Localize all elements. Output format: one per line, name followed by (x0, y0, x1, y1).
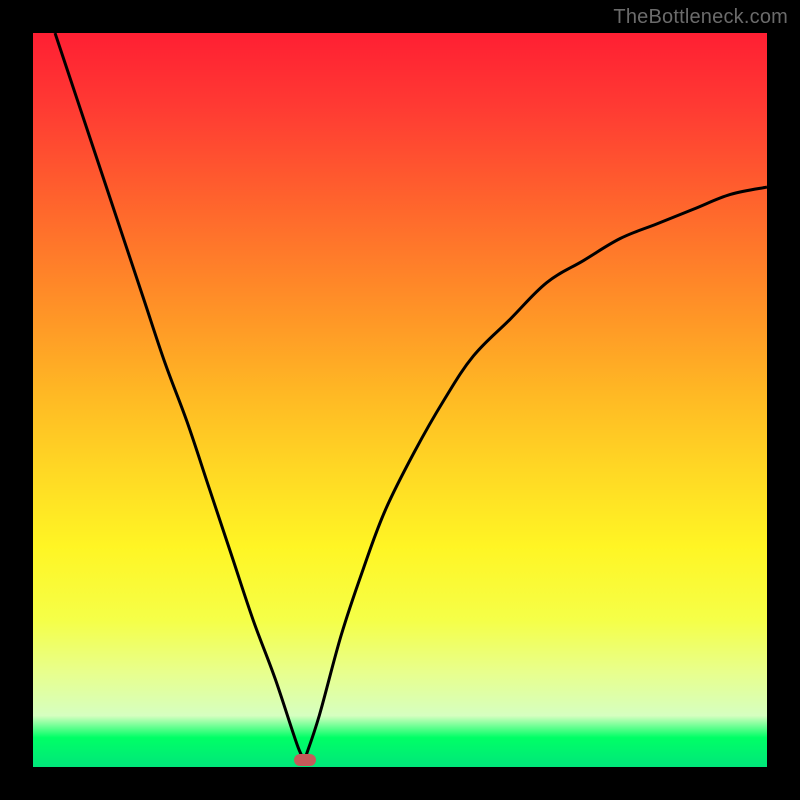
chart-stage: TheBottleneck.com (0, 0, 800, 800)
plot-area (33, 33, 767, 767)
watermark-text: TheBottleneck.com (613, 6, 788, 29)
